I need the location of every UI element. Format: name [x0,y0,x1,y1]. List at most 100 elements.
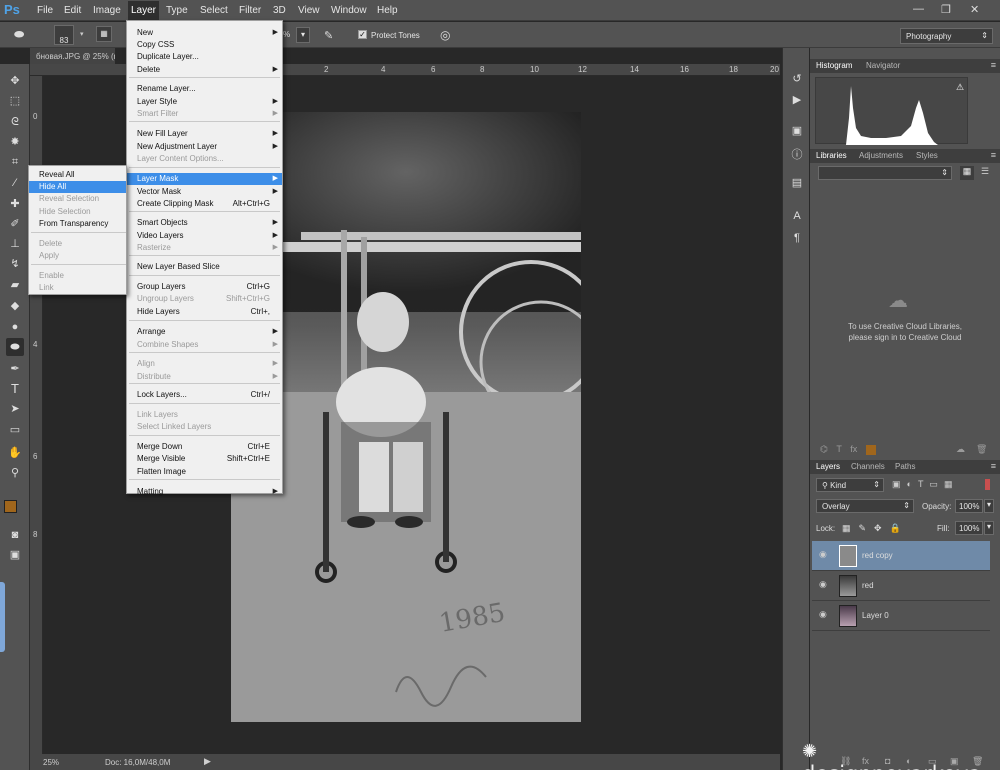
protect-tones-checkbox[interactable]: ✓ [358,30,367,39]
blur-tool-icon[interactable]: ● [6,318,24,336]
info-icon[interactable]: ⓘ [789,146,805,162]
layer-menu-item[interactable]: Group Layers Ctrl+G [127,281,282,293]
library-dropdown[interactable]: ⇕ [818,166,952,180]
list-view-icon[interactable]: ☰ [978,166,992,180]
marquee-tool-icon[interactable]: ⬚ [6,92,24,110]
tab-layers[interactable]: Layers [816,462,840,471]
layer-menu-item[interactable]: Create Clipping Mask Alt+Ctrl+G [127,198,282,210]
actions-play-icon[interactable]: ▶ [789,93,805,106]
status-zoom[interactable]: 25% [43,758,59,767]
crop-tool-icon[interactable]: ⌗ [6,153,24,171]
tab-histogram[interactable]: Histogram [816,61,852,70]
hand-tool-icon[interactable]: ✋ [6,444,24,462]
layer-menu-item[interactable]: New ▶ [127,27,282,39]
brush-size-picker[interactable]: 83 [54,25,74,45]
tab-paths[interactable]: Paths [895,462,915,471]
menu-file[interactable]: File [37,5,53,16]
menu-view[interactable]: View [298,5,320,16]
menu-help[interactable]: Help [377,5,398,16]
rectangle-tool-icon[interactable]: ▭ [6,421,24,439]
history-brush-icon[interactable]: ↯ [6,255,24,273]
layer-row[interactable]: ◉ Layer 0 [812,601,990,631]
tab-channels[interactable]: Channels [851,462,885,471]
layer-menu-item[interactable]: Hide Layers Ctrl+, [127,306,282,318]
sponge-tool-icon[interactable]: ⬬ [14,27,24,42]
flow-field[interactable]: % [283,27,295,43]
fill-slider-icon[interactable]: ▾ [984,521,994,535]
panel-menu-icon[interactable]: ≡ [991,461,996,471]
eye-icon[interactable]: ◉ [819,609,831,619]
layer-menu-item[interactable]: Layer Mask ▶ [127,173,282,185]
tab-libraries[interactable]: Libraries [816,151,847,160]
warning-icon[interactable]: ⚠ [956,82,964,93]
screen-mode-icon[interactable]: ▣ [6,546,24,564]
play-icon[interactable]: ▶ [204,756,211,767]
layer-menu-item[interactable]: Arrange ▶ [127,326,282,338]
lasso-tool-icon[interactable]: ᘓ [6,113,24,131]
workspace-dropdown[interactable]: Photography ⇕ [900,28,993,44]
add-graphic-icon[interactable]: ⌬ [820,444,828,454]
eyedropper-icon[interactable]: ⁄ [6,174,24,192]
chevron-down-icon[interactable]: ▾ [80,30,84,38]
layer-row[interactable]: ◉ red [812,571,990,601]
magic-wand-icon[interactable]: ✸ [6,133,24,151]
layer-mask-submenu-item[interactable]: Reveal All [29,169,126,181]
layer-menu-item[interactable]: Video Layers ▶ [127,230,282,242]
flow-dropdown[interactable]: ▾ [296,27,310,43]
tab-styles[interactable]: Styles [916,151,938,160]
layer-menu-item[interactable]: New Adjustment Layer ▶ [127,141,282,153]
layer-menu-item[interactable]: Vector Mask ▶ [127,186,282,198]
layer-menu-item[interactable]: Layer Style ▶ [127,96,282,108]
tab-navigator[interactable]: Navigator [866,61,900,70]
zoom-tool-icon[interactable]: ⚲ [6,464,24,482]
clone-source-icon[interactable]: ▤ [789,176,805,189]
quick-mask-icon[interactable]: ◙ [6,526,24,544]
layer-menu-item[interactable]: Smart Objects ▶ [127,217,282,229]
foreground-color-swatch[interactable] [4,500,17,513]
menu-layer[interactable]: Layer [128,1,160,21]
eye-icon[interactable]: ◉ [819,549,831,559]
close-icon[interactable]: ✕ [970,3,979,16]
blend-mode-dropdown[interactable]: Overlay ⇕ [816,499,914,513]
layer-mask-submenu-item[interactable]: From Transparency [29,218,126,230]
pen-tool-icon[interactable]: ✒ [6,360,24,378]
menu-window[interactable]: Window [331,5,367,16]
document-tab[interactable]: бновая.JPG @ 25% (r [30,48,115,64]
history-icon[interactable]: ↺ [789,72,805,85]
layer-menu-item[interactable]: Merge Visible Shift+Ctrl+E [127,453,282,465]
airbrush-icon[interactable]: ✎ [324,29,333,42]
lock-icons[interactable]: ▦✎✥🔒 [842,523,909,534]
grid-view-icon[interactable]: ▦ [960,166,974,180]
eraser-icon[interactable]: ▰ [6,276,24,294]
panel-menu-icon[interactable]: ≡ [991,150,996,160]
add-text-icon[interactable]: T [836,444,841,454]
minimize-icon[interactable]: — [913,3,924,15]
brush-panel-icon[interactable]: ▦ [96,26,112,42]
layer-row[interactable]: ◉ red copy [812,541,990,571]
layer-menu-item[interactable]: Copy CSS [127,39,282,51]
type-tool-icon[interactable]: T [6,380,24,398]
move-tool-icon[interactable]: ✥ [6,72,24,90]
menu-image[interactable]: Image [93,5,121,16]
menu-select[interactable]: Select [200,5,228,16]
layer-menu-item[interactable]: New Layer Based Slice [127,261,282,273]
sync-icon[interactable]: ☁ [956,444,965,455]
filter-toggle[interactable] [985,479,990,490]
restore-icon[interactable]: ❐ [941,3,951,16]
layer-menu-item[interactable]: Flatten Image [127,466,282,478]
healing-brush-icon[interactable]: ✚ [6,195,24,213]
layer-menu-item[interactable]: New Fill Layer ▶ [127,128,282,140]
layer-menu-item[interactable]: Rename Layer... [127,83,282,95]
layer-filter-dropdown[interactable]: ⚲ Kind ⇕ [816,478,884,492]
opacity-slider-icon[interactable]: ▾ [984,499,994,513]
pressure-icon[interactable]: ◎ [440,28,450,42]
layer-mask-submenu-item[interactable]: Hide All [29,181,126,193]
brush-tool-icon[interactable]: ✐ [6,215,24,233]
paragraph-icon[interactable]: ¶ [789,232,805,244]
layer-menu-item[interactable]: Merge Down Ctrl+E [127,441,282,453]
properties-icon[interactable]: ▣ [789,124,805,137]
layer-filter-icons[interactable]: ▣◐T▭▦ [892,479,958,490]
layer-menu-item[interactable]: Lock Layers... Ctrl+/ [127,389,282,401]
fill-field[interactable]: 100% [955,521,983,535]
layer-menu-item[interactable]: Matting ▶ [127,486,282,498]
